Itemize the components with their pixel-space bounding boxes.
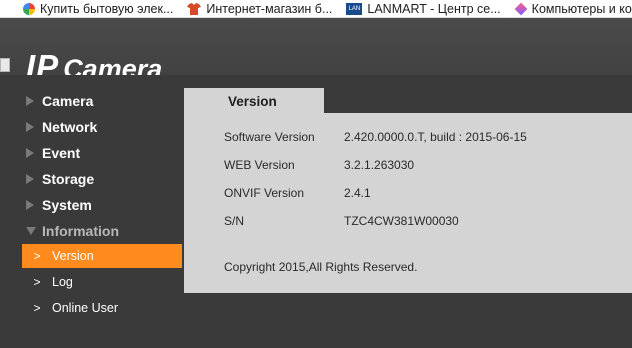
info-label: ONVIF Version: [224, 186, 305, 200]
sidebar-item-label: System: [42, 197, 92, 213]
info-value: TZC4CW381W00030: [344, 214, 459, 228]
sidebar-item-label: Camera: [42, 93, 94, 109]
copyright-text: Copyright 2015,All Rights Reserved.: [224, 260, 418, 274]
sidebar-item-camera[interactable]: Camera: [26, 91, 93, 111]
app-header: IP Camera: [0, 18, 632, 85]
sidebar-item-network[interactable]: Network: [26, 117, 97, 137]
sidebar-item-information[interactable]: Information: [26, 221, 119, 241]
bookmark-4[interactable]: Компьютеры и ком: [514, 0, 632, 17]
sidebar-item-label: Storage: [42, 171, 95, 187]
sidebar-item-label: Information: [42, 223, 119, 239]
subitem-version[interactable]: > Version: [22, 244, 182, 268]
sidebar-item-label: Event: [42, 145, 81, 161]
collapsed-triangle-icon: [26, 174, 34, 184]
tab-version[interactable]: Version: [184, 88, 324, 114]
collapsed-triangle-icon: [26, 148, 34, 158]
info-label: S/N: [224, 214, 245, 228]
info-value: 2.420.0000.0.T, build : 2015-06-15: [344, 130, 527, 144]
bookmark-label: Купить бытовую элек...: [40, 1, 174, 16]
bookmark-2[interactable]: Интернет-магазин б...: [187, 0, 333, 17]
info-label: Software Version: [224, 130, 315, 144]
chevron-right-icon: >: [33, 249, 41, 263]
bookmarks-bar: Купить бытовую элек... Интернет-магазин …: [0, 0, 632, 18]
bookmark-label: Интернет-магазин б...: [206, 1, 333, 16]
bookmark-1[interactable]: Купить бытовую элек...: [23, 0, 174, 17]
subitem-label: Log: [52, 275, 73, 289]
subitem-label: Online User: [52, 301, 118, 315]
chevron-right-icon: >: [33, 301, 41, 315]
diamond-icon: [514, 2, 528, 15]
lanmart-icon: LAN: [346, 2, 363, 15]
info-label: WEB Version: [224, 158, 295, 172]
scroll-strip: [0, 58, 10, 72]
sidebar: Camera Network Event Storage System Info…: [0, 75, 184, 348]
bookmark-label: Компьютеры и ком: [531, 1, 632, 16]
bookmark-label: LANMART - Центр се...: [367, 1, 501, 16]
sidebar-item-system[interactable]: System: [26, 195, 92, 215]
subitem-log[interactable]: > Log: [22, 270, 182, 294]
chevron-right-icon: >: [33, 275, 41, 289]
expanded-triangle-icon: [26, 227, 36, 235]
sidebar-item-label: Network: [42, 119, 98, 135]
content-topbar: [324, 88, 632, 113]
info-value: 3.2.1.263030: [344, 158, 415, 172]
subitem-online-user[interactable]: > Online User: [22, 296, 182, 320]
google-icon: [23, 2, 35, 15]
sidebar-item-event[interactable]: Event: [26, 143, 80, 163]
content-panel: Version Software Version 2.420.0000.0.T,…: [184, 88, 632, 293]
collapsed-triangle-icon: [26, 200, 34, 210]
info-value: 2.4.1: [344, 186, 371, 200]
collapsed-triangle-icon: [26, 122, 34, 132]
clothes-icon: [187, 2, 202, 15]
collapsed-triangle-icon: [26, 96, 34, 106]
bookmark-3[interactable]: LAN LANMART - Центр се...: [346, 0, 501, 17]
sidebar-item-storage[interactable]: Storage: [26, 169, 94, 189]
subitem-label: Version: [52, 249, 94, 263]
